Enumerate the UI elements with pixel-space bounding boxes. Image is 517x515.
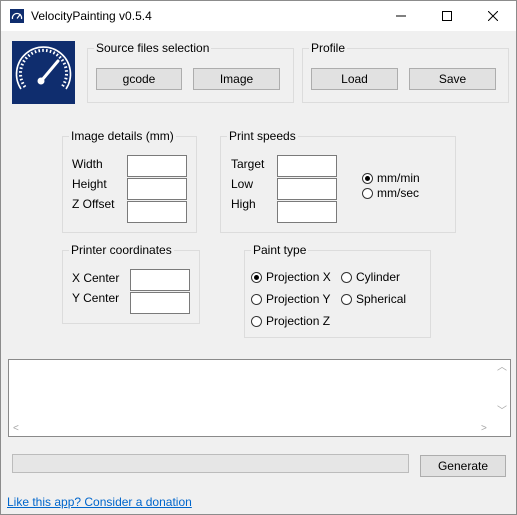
vertical-scrollbar[interactable]: ︿ ﹀: [494, 360, 510, 422]
height-label: Height: [72, 177, 107, 191]
image-details-legend: Image details (mm): [71, 129, 174, 143]
cylinder-label: Cylinder: [356, 270, 401, 284]
projection-x-radio[interactable]: Projection X: [251, 270, 331, 284]
maximize-icon: [442, 11, 452, 21]
log-output[interactable]: ︿ ﹀ < >: [8, 359, 511, 437]
low-label: Low: [231, 177, 254, 191]
source-files-legend: Source files selection: [96, 41, 210, 55]
profile-legend: Profile: [311, 41, 346, 55]
ycenter-label: Y Center: [72, 291, 120, 305]
radio-indicator: [251, 315, 262, 327]
width-field[interactable]: [127, 155, 187, 177]
spherical-label: Spherical: [356, 292, 407, 306]
scroll-left-icon[interactable]: <: [13, 424, 19, 434]
print-speeds-legend: Print speeds: [229, 129, 296, 143]
speedometer-logo: [12, 41, 75, 104]
projection-y-radio[interactable]: Projection Y: [251, 292, 330, 306]
projection-z-label: Projection Z: [266, 314, 331, 328]
projection-y-label: Projection Y: [266, 292, 331, 306]
close-button[interactable]: [470, 1, 516, 31]
window-title: VelocityPainting v0.5.4: [31, 9, 152, 23]
unit-mm-sec-radio[interactable]: mm/sec: [362, 186, 419, 200]
scroll-down-icon[interactable]: ﹀: [497, 407, 507, 417]
speedometer-icon: [10, 9, 24, 23]
progress-bar: [12, 454, 409, 473]
radio-indicator: [251, 293, 262, 305]
radio-indicator: [362, 172, 373, 184]
save-button[interactable]: Save: [409, 68, 496, 90]
height-field[interactable]: [127, 178, 187, 200]
zoffset-label: Z Offset: [72, 197, 115, 211]
projection-x-label: Projection X: [266, 270, 331, 284]
cylinder-radio[interactable]: Cylinder: [341, 270, 400, 284]
radio-indicator: [362, 187, 373, 199]
unit-mm-sec-label: mm/sec: [377, 186, 419, 200]
spherical-radio[interactable]: Spherical: [341, 292, 406, 306]
gcode-button[interactable]: gcode: [96, 68, 182, 90]
title-bar[interactable]: VelocityPainting v0.5.4: [1, 1, 516, 31]
horizontal-scrollbar[interactable]: < >: [9, 422, 494, 436]
unit-mm-min-radio[interactable]: mm/min: [362, 171, 420, 185]
zoffset-field[interactable]: [127, 201, 187, 223]
generate-button[interactable]: Generate: [420, 455, 506, 477]
minimize-icon: [396, 15, 406, 17]
radio-indicator: [341, 271, 352, 283]
image-button[interactable]: Image: [193, 68, 280, 90]
load-button[interactable]: Load: [311, 68, 398, 90]
paint-type-legend: Paint type: [253, 243, 307, 257]
radio-indicator: [251, 271, 262, 283]
width-label: Width: [72, 157, 103, 171]
scroll-right-icon[interactable]: >: [481, 424, 487, 434]
unit-mm-min-label: mm/min: [377, 171, 420, 185]
high-label: High: [231, 197, 256, 211]
ycenter-field[interactable]: [130, 292, 190, 314]
xcenter-label: X Center: [72, 271, 120, 285]
radio-indicator: [341, 293, 352, 305]
target-label: Target: [231, 157, 265, 171]
donation-link[interactable]: Like this app? Consider a donation: [7, 495, 192, 509]
print-speeds-group: Print speeds: [220, 129, 456, 233]
printer-coordinates-legend: Printer coordinates: [71, 243, 172, 257]
maximize-button[interactable]: [424, 1, 470, 31]
projection-z-radio[interactable]: Projection Z: [251, 314, 330, 328]
minimize-button[interactable]: [378, 1, 424, 31]
target-speed-field[interactable]: [277, 155, 337, 177]
xcenter-field[interactable]: [130, 269, 190, 291]
log-text: [9, 360, 510, 364]
low-speed-field[interactable]: [277, 178, 337, 200]
app-window: VelocityPainting v0.5.4 Source files sel…: [0, 0, 517, 515]
scroll-up-icon[interactable]: ︿: [497, 363, 507, 373]
close-icon: [488, 11, 498, 21]
high-speed-field[interactable]: [277, 201, 337, 223]
